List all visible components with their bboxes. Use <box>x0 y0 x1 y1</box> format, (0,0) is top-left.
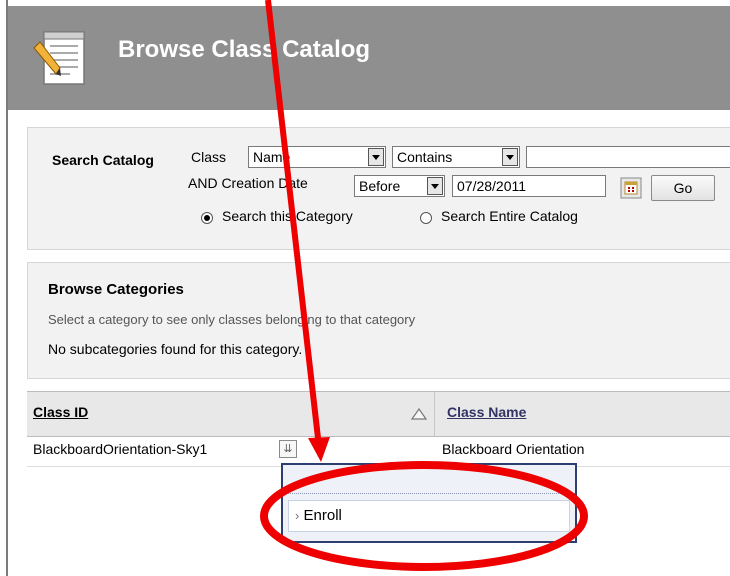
page-header: Browse Class Catalog <box>8 6 730 110</box>
column-class-name[interactable]: Class Name <box>447 404 526 420</box>
class-field-label: Class <box>191 149 227 165</box>
context-menu-header <box>283 465 575 494</box>
row-class-id[interactable]: BlackboardOrientation-Sky1 <box>33 441 207 457</box>
browse-categories-title: Browse Categories <box>48 281 184 298</box>
operator-select-value: Contains <box>397 149 453 165</box>
class-table-header: Class ID Class Name <box>27 391 730 437</box>
browse-categories-panel: Browse Categories Select a category to s… <box>27 262 730 379</box>
double-chevron-down-icon: ⇊ <box>283 443 293 455</box>
field-select-value: Name <box>253 149 291 165</box>
search-catalog-panel: Search Catalog Class Name Contains AND C… <box>27 127 730 250</box>
no-subcategories-message: No subcategories found for this category… <box>48 341 303 357</box>
date-operator-select[interactable]: Before <box>354 175 445 197</box>
menu-item-enroll-label: Enroll <box>303 507 342 524</box>
menu-item-enroll[interactable]: › Enroll <box>288 500 570 532</box>
radio-search-catalog-label: Search Entire Catalog <box>441 208 578 224</box>
chevron-down-icon <box>502 148 518 166</box>
chevron-down-icon <box>368 148 384 166</box>
search-catalog-label: Search Catalog <box>52 152 154 168</box>
context-menu: › Enroll <box>281 463 577 543</box>
search-text-input[interactable] <box>526 146 730 168</box>
sort-ascending-icon[interactable] <box>411 408 427 420</box>
radio-search-category[interactable] <box>201 212 213 224</box>
chevron-down-icon <box>427 177 443 195</box>
notepad-icon <box>33 31 85 85</box>
field-select[interactable]: Name <box>248 146 386 168</box>
creation-date-label: AND Creation Date <box>188 175 308 191</box>
radio-search-category-label: Search this Category <box>222 208 353 224</box>
row-class-name[interactable]: Blackboard Orientation <box>442 441 584 457</box>
annotation-arrow-head <box>308 437 330 462</box>
row-menu-button[interactable]: ⇊ <box>279 440 297 458</box>
column-class-id[interactable]: Class ID <box>33 404 88 420</box>
date-operator-value: Before <box>359 178 401 194</box>
page-title: Browse Class Catalog <box>118 36 371 63</box>
date-input[interactable]: 07/28/2011 <box>452 175 606 197</box>
chevron-right-icon: › <box>295 508 300 523</box>
column-divider <box>434 392 435 436</box>
go-button[interactable]: Go <box>651 175 715 201</box>
calendar-icon[interactable] <box>620 177 642 199</box>
operator-select[interactable]: Contains <box>392 146 520 168</box>
date-input-value: 07/28/2011 <box>457 178 527 194</box>
browse-categories-hint: Select a category to see only classes be… <box>48 312 416 327</box>
radio-search-catalog[interactable] <box>420 212 432 224</box>
